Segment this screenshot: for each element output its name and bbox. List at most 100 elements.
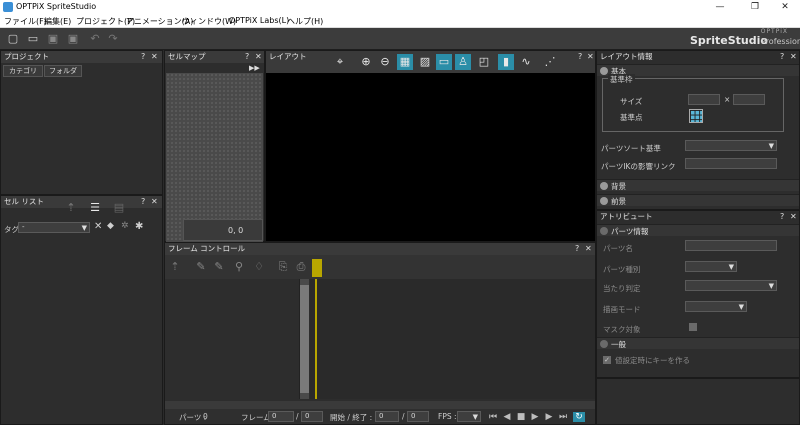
- open-folder-icon[interactable]: ▭: [26, 32, 40, 45]
- next-frame-icon[interactable]: ▶: [543, 412, 555, 422]
- scrollbar-thumb[interactable]: [300, 285, 309, 393]
- close-button[interactable]: ✕: [770, 0, 800, 14]
- grid-view-icon[interactable]: ▤: [111, 200, 127, 216]
- curve-icon[interactable]: ∿: [518, 54, 534, 70]
- help-icon[interactable]: ?: [780, 211, 784, 223]
- help-icon[interactable]: ?: [141, 51, 145, 63]
- collision-label: 当たり判定: [603, 284, 641, 293]
- key-tool3-icon[interactable]: ⚲: [231, 259, 247, 275]
- figure-icon[interactable]: ♙: [455, 54, 471, 70]
- close-icon[interactable]: ✕: [587, 51, 594, 63]
- menu-labs[interactable]: OPTPiX Labs(L): [229, 16, 289, 25]
- key-tool2-icon[interactable]: ✎: [211, 259, 227, 275]
- anchor-grid-icon[interactable]: [689, 109, 703, 123]
- sort-select[interactable]: [685, 140, 777, 151]
- save-all-icon[interactable]: ▣: [66, 32, 80, 45]
- gear-icon[interactable]: ✱: [135, 221, 143, 232]
- layout-panel: レイアウト ⌖ ⊕ ⊖ ▦ ▨ ▭ ♙ ◰ ▮ ∿ ⋰ ? ✕: [265, 50, 596, 242]
- redo-icon[interactable]: ↷: [106, 32, 120, 45]
- window-title: OPTPiX SpriteStudio: [16, 2, 97, 11]
- playhead-marker[interactable]: [312, 259, 322, 277]
- close-icon[interactable]: ✕: [585, 243, 592, 255]
- part-type-select[interactable]: [685, 261, 737, 272]
- product-logo-block: OPTPiX SpriteStudio Professional: [690, 28, 800, 50]
- crosshair-icon[interactable]: ⌖: [332, 54, 348, 70]
- cellmap-panel: セルマップ ? ✕ ▶▶ 0, 0: [164, 50, 265, 263]
- maximize-button[interactable]: ❐: [740, 0, 770, 14]
- collision-select[interactable]: [685, 280, 777, 291]
- frame-input[interactable]: 0: [268, 411, 294, 422]
- grid-icon[interactable]: ▦: [397, 54, 413, 70]
- close-icon[interactable]: ✕: [151, 51, 158, 63]
- first-frame-icon[interactable]: ⏮: [487, 412, 499, 422]
- play-icon[interactable]: ▶: [529, 412, 541, 422]
- blend-mode-select[interactable]: [685, 301, 747, 312]
- section-parts-info[interactable]: パーツ情報: [597, 224, 799, 236]
- menu-help[interactable]: ヘルプ(H): [287, 16, 323, 27]
- keyframe-checkbox[interactable]: ✓: [603, 356, 611, 364]
- save-icon[interactable]: ▣: [46, 32, 60, 45]
- fps-select[interactable]: [457, 411, 481, 422]
- help-icon[interactable]: ?: [575, 243, 579, 255]
- part-name-input[interactable]: [685, 240, 777, 251]
- add-key-icon[interactable]: ⇡: [167, 259, 183, 275]
- tab-category[interactable]: カテゴリ: [3, 65, 43, 77]
- undo-icon[interactable]: ↶: [88, 32, 102, 45]
- prev-frame-icon[interactable]: ◀: [501, 412, 513, 422]
- logo-sub: Professional: [761, 37, 800, 46]
- help-icon[interactable]: ?: [578, 51, 582, 63]
- tab-folder[interactable]: フォルダ: [44, 65, 82, 77]
- paste-icon[interactable]: ⎙: [293, 259, 309, 275]
- cellmap-coords: 0, 0: [228, 226, 244, 235]
- close-icon[interactable]: ✕: [790, 211, 797, 223]
- loop-icon[interactable]: ↻: [573, 412, 585, 422]
- new-file-icon[interactable]: ▢: [6, 32, 20, 45]
- range-start-input[interactable]: 0: [375, 411, 399, 422]
- menu-edit[interactable]: 編集(E): [44, 16, 71, 27]
- zoom-in-icon[interactable]: ⊕: [358, 54, 374, 70]
- size-height-input[interactable]: [733, 94, 765, 105]
- parts-scrollbar[interactable]: [299, 279, 309, 399]
- mesh-icon[interactable]: ⋰: [542, 54, 558, 70]
- size-width-input[interactable]: [688, 94, 720, 105]
- minimize-button[interactable]: —: [705, 0, 735, 14]
- bone-icon[interactable]: ▮: [498, 54, 514, 70]
- last-frame-icon[interactable]: ⏭: [557, 412, 569, 422]
- keyframe-option-label: 値設定時にキーを作る: [615, 356, 690, 365]
- help-icon[interactable]: ?: [141, 196, 145, 208]
- cell-list-title: セル リスト: [1, 196, 162, 208]
- tag-label: タグ: [4, 225, 19, 234]
- gear-small-icon[interactable]: ✲: [121, 221, 129, 231]
- menu-file[interactable]: ファイル(F): [4, 16, 47, 27]
- collapse-icon: [600, 340, 608, 348]
- stop-icon[interactable]: ■: [515, 412, 527, 422]
- layout-canvas[interactable]: [266, 73, 595, 241]
- section-background[interactable]: 背景: [597, 179, 799, 191]
- section-foreground[interactable]: 前景: [597, 194, 799, 206]
- timeline-area[interactable]: [310, 279, 595, 399]
- image-icon[interactable]: ▨: [417, 54, 433, 70]
- close-icon[interactable]: ✕: [151, 196, 158, 208]
- close-icon[interactable]: ✕: [94, 221, 102, 232]
- add-cell-icon[interactable]: ⇡: [63, 200, 79, 216]
- copy-icon[interactable]: ⎘: [275, 259, 291, 275]
- frame-icon[interactable]: ▭: [436, 54, 452, 70]
- collapse-icon: [600, 182, 608, 190]
- mask-checkbox[interactable]: [689, 323, 697, 331]
- cellmap-coords-box: 0, 0: [183, 219, 263, 241]
- collapse-icon: [600, 227, 608, 235]
- anchor-box-icon[interactable]: ◰: [476, 54, 492, 70]
- range-end-input[interactable]: 0: [407, 411, 429, 422]
- title-bar: OPTPiX SpriteStudio — ❐ ✕: [0, 0, 800, 14]
- blend-mode-label: 描画モード: [603, 305, 641, 314]
- zoom-out-icon[interactable]: ⊖: [377, 54, 393, 70]
- list-view-icon[interactable]: ☰: [87, 200, 103, 216]
- ik-input[interactable]: [685, 158, 777, 169]
- key-tool4-icon[interactable]: ♢: [251, 259, 267, 275]
- key-tool-icon[interactable]: ✎: [193, 259, 209, 275]
- tag-select[interactable]: -: [18, 222, 90, 233]
- timeline-hscroll[interactable]: [165, 401, 595, 409]
- ik-label: パーツIKの影響リンク: [601, 162, 676, 171]
- section-general[interactable]: 一般: [597, 337, 799, 349]
- tag-icon[interactable]: ◆: [107, 221, 114, 231]
